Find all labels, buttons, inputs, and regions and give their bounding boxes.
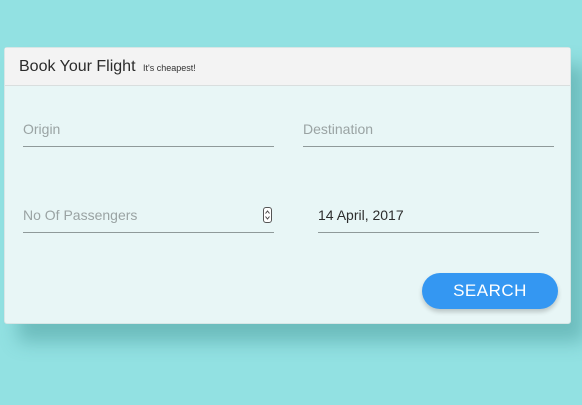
card-subtitle: It's cheapest!	[142, 63, 196, 73]
date-value: 14 April, 2017	[318, 207, 404, 223]
origin-placeholder: Origin	[23, 121, 61, 137]
search-button[interactable]: SEARCH	[422, 273, 558, 309]
destination-placeholder: Destination	[303, 121, 374, 137]
date-field[interactable]: 14 April, 2017	[318, 203, 539, 233]
origin-field[interactable]: Origin	[23, 117, 274, 147]
stepper-icon[interactable]	[263, 207, 272, 223]
card-header: Book Your Flight It's cheapest!	[5, 48, 570, 86]
card-title-text: Book Your Flight	[19, 58, 136, 75]
card-title: Book Your Flight It's cheapest!	[19, 58, 196, 76]
passengers-field[interactable]: No Of Passengers	[23, 203, 274, 233]
destination-field[interactable]: Destination	[303, 117, 554, 147]
passengers-placeholder: No Of Passengers	[23, 207, 138, 223]
flight-booking-card: Book Your Flight It's cheapest! Origin D…	[4, 47, 571, 324]
